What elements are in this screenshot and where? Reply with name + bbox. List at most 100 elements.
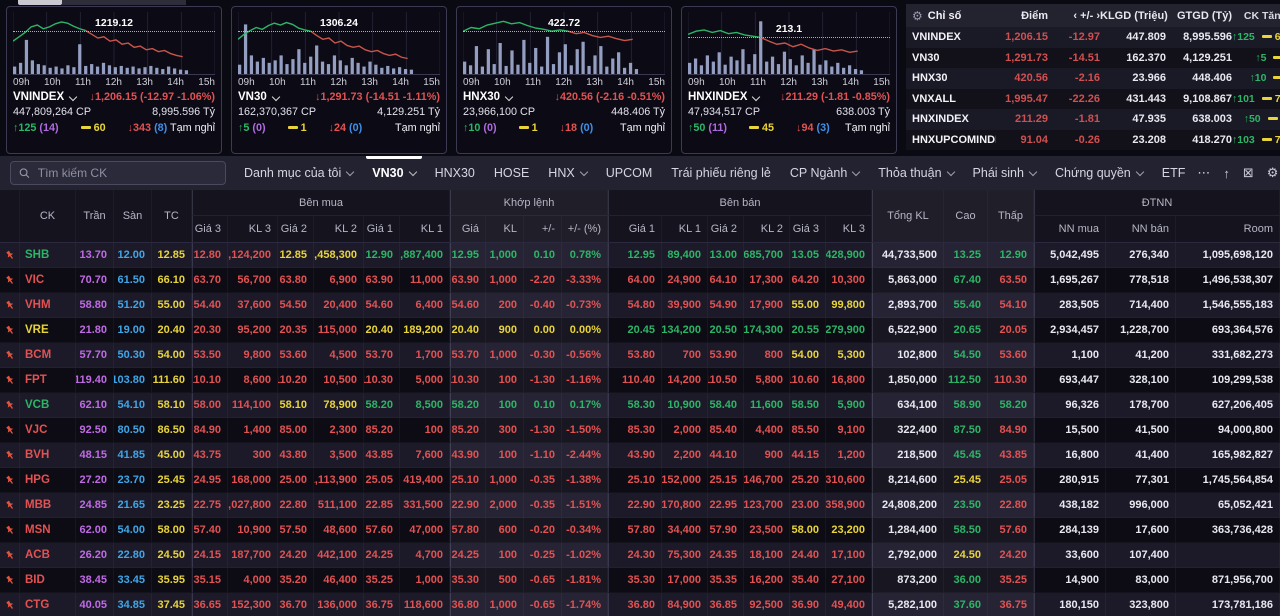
board-row-acb[interactable]: ACB 26.20 22.80 24.50 24.15 187,700 24.20 442,1… [0, 543, 1280, 568]
pin-cell[interactable] [0, 518, 20, 543]
excel-export-icon[interactable]: ⊠ [1243, 165, 1254, 181]
board-row-vre[interactable]: VRE 21.80 19.00 20.40 20.30 95,200 20.35 115,00… [0, 318, 1280, 343]
header-mua-sub: KL 1 [400, 216, 450, 242]
tab-chứng-quyền[interactable]: Chứng quyền [1055, 156, 1144, 190]
pin-cell[interactable] [0, 243, 20, 268]
ticker-cell: HPG [20, 468, 76, 493]
board-row-vhm[interactable]: VHM 58.80 51.20 55.00 54.40 37,600 54.50 20,400… [0, 293, 1280, 318]
board-row-bvh[interactable]: BVH 48.15 41.85 45.00 43.75 300 43.80 3,500 43.8… [0, 443, 1280, 468]
browser-tab-artifact-shadow [62, 0, 186, 5]
x-axis-ticks: 09h 10h 11h 12h 13h 14h 15h [238, 75, 440, 90]
tab-hnx30[interactable]: HNX30 [435, 156, 475, 190]
upload-icon[interactable]: ↑ [1223, 166, 1230, 181]
board-cell: 12.85 [278, 243, 314, 268]
board-cell: 46,400 [314, 568, 364, 593]
tab-upcom[interactable]: UPCOM [606, 156, 653, 190]
board-cell: -0.30 [524, 343, 562, 368]
board-row-fpt[interactable]: FPT119.40103.80111.60110.108,600110.2010… [0, 368, 1280, 393]
index-table-row[interactable]: VNXALL 1,995.47 -22.26 431.443 9,108.867 ↑101… [906, 88, 1280, 109]
flat-count: 1 [1273, 52, 1280, 64]
index-table-row[interactable]: HNXINDEX211.29-1.8147.935638.003↑5045↓94 [906, 109, 1280, 130]
pin-cell[interactable] [0, 343, 20, 368]
index-name-dropdown[interactable]: HNX30 [463, 90, 514, 105]
board-cell: 92,500 [744, 593, 790, 616]
ticker-cell: BID [20, 568, 76, 593]
board-cell: 35.15 [192, 568, 228, 593]
board-row-vcb[interactable]: VCB 62.10 54.10 58.10 58.00 114,100 58.10 78,90… [0, 393, 1280, 418]
pin-cell[interactable] [0, 593, 20, 616]
chevron-down-icon [752, 92, 761, 101]
pin-cell[interactable] [0, 368, 20, 393]
board-cell: 41,400 [1106, 443, 1176, 468]
more-icon[interactable]: ⋯ [1197, 165, 1210, 181]
x-tick: 10h [719, 77, 736, 88]
index-gtgd: 448.406 [1192, 72, 1232, 85]
index-updown-badge: ↑12560↓343 [1232, 31, 1280, 43]
board-row-bcm[interactable]: BCM 57.70 50.30 54.00 53.50 9,800 53.60 4,500 53… [0, 343, 1280, 368]
board-row-ctg[interactable]: CTG 40.05 34.85 37.45 36.65 152,300 36.70 136,0… [0, 593, 1280, 616]
flat-count: 60 [1261, 31, 1280, 43]
board-row-bid[interactable]: BID 38.45 33.45 35.95 35.15 4,000 35.20 46,400 3… [0, 568, 1280, 593]
board-row-msn[interactable]: MSN 62.00 54.00 58.00 57.40 10,900 57.50 48,600… [0, 518, 1280, 543]
board-row-shb[interactable]: SHB13.7012.0012.8512.801,124,20012.851,4… [0, 243, 1280, 268]
board-cell: 25.10 [450, 468, 486, 493]
board-cell: 54.50 [944, 343, 988, 368]
tab-hnx[interactable]: HNX [548, 156, 588, 190]
tab-phái-sinh[interactable]: Phái sinh [973, 156, 1038, 190]
tab-trái-phiếu-riêng-lẻ[interactable]: Trái phiếu riêng lẻ [671, 156, 771, 190]
tab-etf[interactable]: ETF [1162, 156, 1186, 190]
total-shares: 162,370,367 CP [238, 106, 317, 118]
board-row-vic[interactable]: VIC 70.70 61.50 66.10 63.70 56,700 63.80 6,900 6… [0, 268, 1280, 293]
decliners-count: ↓18 (0) [559, 122, 594, 134]
board-cell: 55.00 [152, 293, 192, 318]
settings-gear-icon[interactable]: ⚙ [912, 9, 923, 23]
board-cell: 358,900 [826, 493, 872, 518]
flat-bar-icon [1273, 55, 1280, 59]
index-table-row[interactable]: VN301,291.73-14.51162.3704,129.251↑51↓24 [906, 47, 1280, 68]
index-table-row[interactable]: HNX30420.56-2.1623.966448.406↑101↓18 [906, 68, 1280, 89]
index-table-row[interactable]: HNXUPCOMINDEX 91.04 -0.26 23.208 418.270↑103… [906, 129, 1280, 150]
header-gtgd: GTGD (Tỷ) [1177, 9, 1232, 22]
pin-cell[interactable] [0, 493, 20, 518]
reference-line [688, 36, 890, 38]
pin-cell[interactable] [0, 443, 20, 468]
index-points: 91.04 [1020, 133, 1048, 146]
settings-gear-icon[interactable]: ⚙ [1267, 165, 1279, 181]
index-name-dropdown[interactable]: HNXINDEX [688, 90, 761, 105]
index-table-row[interactable]: VNINDEX 1,206.15 -12.97 447.809 8,995.596 ↑12… [906, 27, 1280, 48]
index-change: -0.26 [1074, 133, 1100, 146]
index-name-dropdown[interactable]: VN30 [238, 90, 281, 105]
pin-cell[interactable] [0, 268, 20, 293]
board-cell: 54.80 [608, 293, 662, 318]
board-cell: 4,500 [314, 343, 364, 368]
board-cell: 0.10 [524, 243, 562, 268]
tab-hose[interactable]: HOSE [494, 156, 529, 190]
board-cell: 58.20 [988, 393, 1034, 418]
pin-cell[interactable] [0, 468, 20, 493]
board-cell: 700 [662, 343, 708, 368]
board-cell: 1,745,564,854 [1176, 468, 1280, 493]
tab-danh-mục-của-tôi[interactable]: Danh mục của tôi [244, 156, 355, 190]
board-cell: 1,095,698,120 [1176, 243, 1280, 268]
search-box[interactable] [10, 161, 226, 185]
pin-cell[interactable] [0, 393, 20, 418]
pin-cell[interactable] [0, 293, 20, 318]
index-name-dropdown[interactable]: VNINDEX [13, 90, 78, 105]
board-cell: 58.00 [790, 518, 826, 543]
pin-cell[interactable] [0, 568, 20, 593]
flat-count: 1 [1273, 72, 1280, 84]
board-row-vjc[interactable]: VJC 92.50 80.50 86.50 84.90 1,400 85.00 2,300 85… [0, 418, 1280, 443]
ticker-cell: VCB [20, 393, 76, 418]
search-input[interactable] [35, 165, 217, 181]
board-cell: 17,000 [662, 568, 708, 593]
tab-cp-ngành[interactable]: CP Ngành [790, 156, 861, 190]
pin-cell[interactable] [0, 318, 20, 343]
header-ban-sub: KL 2 [744, 216, 790, 242]
board-cell: 24.35 [708, 543, 744, 568]
pin-cell[interactable] [0, 418, 20, 443]
board-row-hpg[interactable]: HPG27.2023.7025.4524.95168,00025.001,113… [0, 468, 1280, 493]
pin-cell[interactable] [0, 543, 20, 568]
tab-vn30[interactable]: VN30 [366, 156, 422, 190]
board-row-mbb[interactable]: MBB24.8521.6523.2522.751,027,80022.80511… [0, 493, 1280, 518]
tab-thỏa-thuận[interactable]: Thỏa thuận [878, 156, 955, 190]
